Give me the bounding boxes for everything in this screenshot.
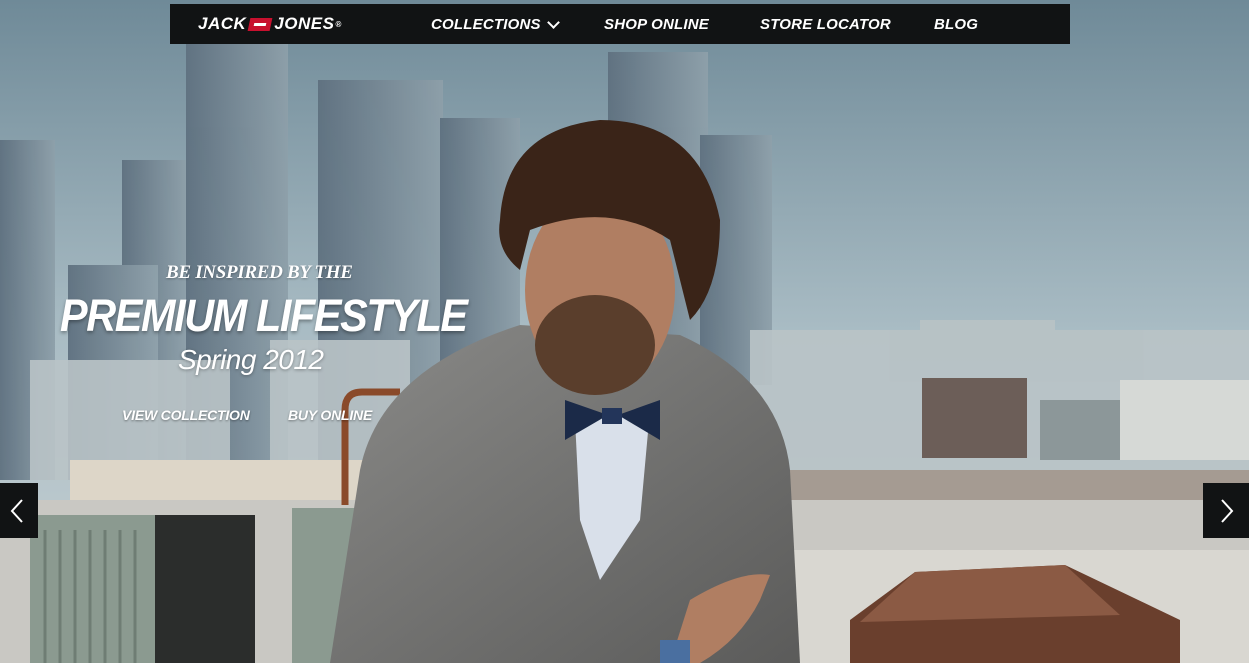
logo-text-left: JACK bbox=[198, 14, 247, 33]
slider-next-button[interactable] bbox=[1203, 483, 1249, 538]
nav-shop-online-label: SHOP ONLINE bbox=[604, 16, 709, 33]
registered-mark: ® bbox=[335, 19, 342, 29]
chevron-down-icon bbox=[546, 16, 560, 29]
chevron-right-icon bbox=[1221, 499, 1234, 523]
buy-online-link[interactable]: BUY ONLINE bbox=[288, 407, 372, 423]
brand-logo[interactable]: JACK JONES ® bbox=[198, 14, 342, 34]
nav-shop-online[interactable]: SHOP ONLINE bbox=[604, 16, 709, 33]
hero-season: Spring 2012 bbox=[178, 344, 324, 375]
nav-collections[interactable]: COLLECTIONS bbox=[431, 16, 560, 33]
main-nav-bar: JACK JONES ® COLLECTIONS SHOP ONLINE STO… bbox=[170, 4, 1070, 44]
chevron-left-icon bbox=[10, 499, 23, 523]
hero-headline: PREMIUM LIFESTYLE bbox=[60, 290, 468, 341]
flag-icon bbox=[247, 17, 273, 31]
nav-collections-label: COLLECTIONS bbox=[431, 16, 541, 33]
slider-prev-button[interactable] bbox=[0, 483, 38, 538]
nav-store-locator-label: STORE LOCATOR bbox=[760, 16, 891, 33]
nav-blog[interactable]: BLOG bbox=[934, 16, 978, 33]
nav-blog-label: BLOG bbox=[934, 16, 979, 33]
logo-text-right: JONES bbox=[274, 14, 335, 33]
nav-store-locator[interactable]: STORE LOCATOR bbox=[760, 16, 891, 33]
hero-tagline: BE INSPIRED BY THE bbox=[166, 262, 353, 283]
view-collection-link[interactable]: VIEW COLLECTION bbox=[122, 407, 250, 423]
